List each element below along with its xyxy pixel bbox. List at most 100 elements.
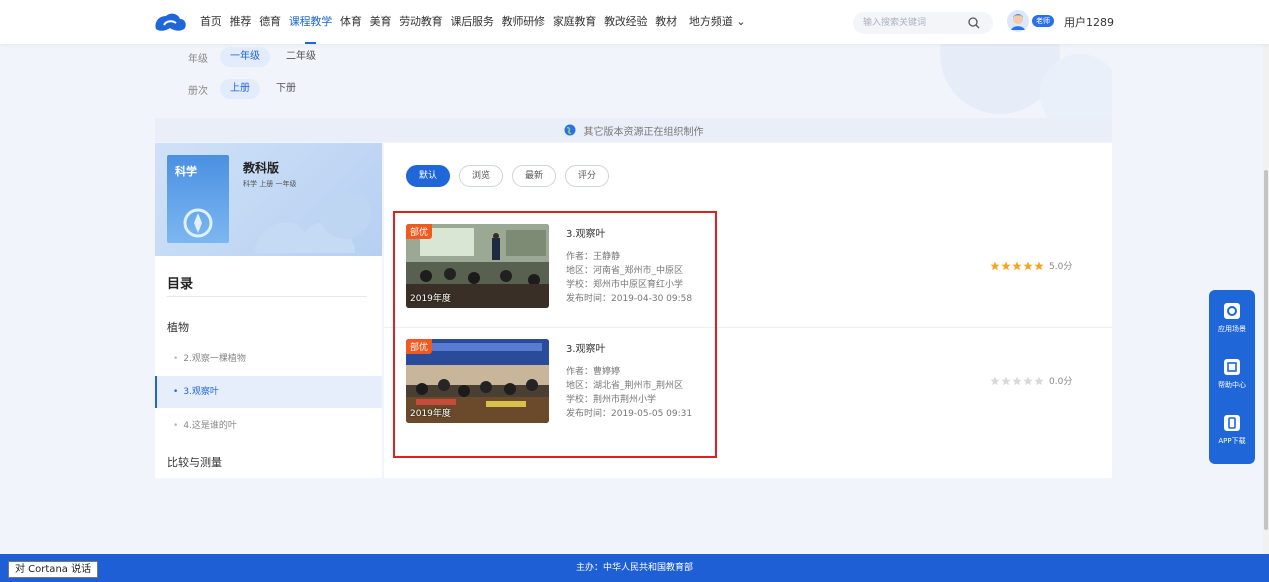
decorative-book-icon: [255, 193, 371, 253]
resource-region: 地区：湖北省_荆州市_荆州区: [566, 381, 684, 391]
footer-sponsor: 主办：中华人民共和国教育部: [575, 563, 693, 573]
grade-chip-first[interactable]: 一年级: [220, 47, 270, 67]
nav-item-sports[interactable]: 体育: [340, 0, 362, 44]
search-box: [853, 12, 993, 34]
volume-chip-first[interactable]: 上册: [220, 79, 260, 99]
resource-year: 2019年度: [410, 294, 451, 304]
nav-item-labor[interactable]: 劳动教育: [399, 0, 442, 44]
resource-item[interactable]: 部优 2019年度 3.观察叶 作者：曹婷婷 地区：湖北省_荆州市_荆州区 学校…: [384, 327, 1112, 441]
resource-date: 发布时间：2019-04-30 09:58: [566, 294, 693, 304]
float-app-download[interactable]: APP下载: [1209, 414, 1255, 446]
rating-score: 5.0分: [1049, 262, 1073, 272]
rating-stars: [990, 261, 1045, 271]
sort-tab-views[interactable]: 浏览: [459, 165, 504, 187]
nav-item-course-teaching[interactable]: 课程教学: [289, 0, 332, 44]
resource-thumbnail[interactable]: 部优 2019年度: [406, 224, 549, 308]
book-edition: 教科版: [243, 161, 280, 175]
search-input[interactable]: [863, 15, 959, 31]
resource-list-panel: 默认 浏览 最新 评分 部优 2019年度 3.观察叶 作者：王静静 地区：河南…: [384, 143, 1112, 478]
volume-filter-row: 册次 上册 下册: [188, 79, 312, 99]
nav-item-family[interactable]: 家庭教育: [553, 0, 596, 44]
rating-stars: [990, 376, 1045, 386]
resource-region: 地区：河南省_郑州市_中原区: [566, 266, 684, 276]
resource-badge: 部优: [406, 224, 433, 239]
nav-item-moral[interactable]: 德育: [259, 0, 281, 44]
book-cover[interactable]: 科学: [167, 155, 229, 243]
help-book-icon: [1224, 359, 1240, 375]
top-header: 首页 推荐 德育 课程教学 体育 美育 劳动教育 课后服务 教师研修 家庭教育 …: [0, 0, 1269, 44]
star-icon: [990, 376, 1000, 385]
nav-item-art[interactable]: 美育: [370, 0, 392, 44]
sort-tabs: 默认 浏览 最新 评分: [406, 165, 618, 187]
avatar[interactable]: [1007, 10, 1029, 32]
rating-score: 0.0分: [1049, 377, 1073, 387]
toc-lesson-observe-leaf[interactable]: 3.观察叶: [155, 376, 382, 408]
grade-chip-second[interactable]: 二年级: [276, 47, 326, 67]
resource-author: 作者：曹婷婷: [566, 367, 621, 377]
site-logo-icon[interactable]: [152, 11, 188, 33]
page-footer: 主办：中华人民共和国教育部: [0, 554, 1269, 582]
search-icon[interactable]: [967, 16, 981, 30]
nav-item-textbook[interactable]: 教材: [655, 0, 677, 44]
toc-title: 目录: [167, 277, 194, 292]
grade-label: 年级: [188, 53, 208, 65]
resource-title[interactable]: 3.观察叶: [566, 340, 606, 355]
book-subtitle: 科学 上册 一年级: [243, 180, 297, 188]
toc-lesson-whose-leaf[interactable]: 4.这是谁的叶: [155, 410, 382, 442]
star-icon: [1034, 261, 1044, 270]
grade-filter-row: 年级 一年级 二年级: [188, 47, 332, 67]
right-float-toolbar: 应用场景 帮助中心 APP下载: [1209, 290, 1255, 464]
sort-tab-rating[interactable]: 评分: [565, 165, 610, 187]
float-app-scenes-label: 应用场景: [1218, 325, 1246, 333]
compass-icon: [183, 208, 213, 238]
globe-icon: [564, 124, 575, 136]
toc-unit-plants[interactable]: 植物: [167, 319, 189, 335]
star-icon: [1001, 261, 1011, 270]
cortana-prompt[interactable]: 对 Cortana 说话: [8, 561, 99, 578]
notice-bar: 其它版本资源正在组织制作: [155, 118, 1112, 142]
book-card: 科学 教科版 科学 上册 一年级: [155, 143, 382, 256]
star-icon: [1023, 376, 1033, 385]
left-sidebar: 科学 教科版 科学 上册 一年级 目录 植物 2.观察一棵植物 3.观察叶 4.…: [155, 143, 382, 478]
star-icon: [1023, 261, 1033, 270]
notice-text: 其它版本资源正在组织制作: [583, 126, 704, 138]
float-help-center[interactable]: 帮助中心: [1209, 358, 1255, 390]
toc-unit-compare-measure[interactable]: 比较与测量: [167, 454, 222, 470]
user-name[interactable]: 用户1289: [1064, 14, 1114, 30]
resource-thumbnail[interactable]: 部优 2019年度: [406, 339, 549, 423]
volume-chip-second[interactable]: 下册: [266, 79, 306, 99]
decorative-background-icon: [940, 44, 1112, 118]
float-app-download-label: APP下载: [1218, 437, 1246, 445]
user-avatar-icon: [1007, 10, 1029, 32]
nav-item-teacher-training[interactable]: 教师研修: [502, 0, 545, 44]
star-icon: [990, 261, 1000, 270]
resource-item[interactable]: 部优 2019年度 3.观察叶 作者：王静静 地区：河南省_郑州市_中原区 学校…: [384, 213, 1112, 327]
star-icon: [1034, 376, 1044, 385]
app-scenes-icon: [1224, 303, 1240, 319]
volume-label: 册次: [188, 85, 208, 97]
nav-item-home[interactable]: 首页: [200, 0, 222, 44]
phone-icon: [1224, 415, 1240, 431]
resource-author: 作者：王静静: [566, 252, 621, 262]
star-icon: [1012, 376, 1022, 385]
star-icon: [1001, 376, 1011, 385]
sort-tab-newest[interactable]: 最新: [512, 165, 557, 187]
resource-school: 学校：郑州市中原区育红小学: [566, 280, 684, 290]
sort-tab-default[interactable]: 默认: [406, 165, 451, 187]
resource-rating: 5.0分: [990, 259, 1072, 272]
nav-item-recommend[interactable]: 推荐: [230, 0, 252, 44]
page-scrollbar-thumb[interactable]: [1264, 170, 1268, 530]
nav-item-reform[interactable]: 教改经验: [604, 0, 647, 44]
resource-badge: 部优: [406, 339, 433, 354]
resource-school: 学校：荆州市荆州小学: [566, 395, 657, 405]
role-badge: 老师: [1032, 15, 1054, 27]
toc-lesson-observe-plant[interactable]: 2.观察一棵植物: [155, 343, 382, 375]
nav-item-after-school[interactable]: 课后服务: [450, 0, 493, 44]
resource-rating: 0.0分: [990, 374, 1072, 387]
toc-divider: [167, 296, 367, 297]
float-app-scenes[interactable]: 应用场景: [1209, 302, 1255, 334]
resource-title[interactable]: 3.观察叶: [566, 225, 606, 240]
nav-local-channel-dropdown[interactable]: 地方频道 ⌄: [689, 0, 746, 44]
main-nav: 首页 推荐 德育 课程教学 体育 美育 劳动教育 课后服务 教师研修 家庭教育 …: [200, 0, 746, 44]
resource-date: 发布时间：2019-05-05 09:31: [566, 409, 693, 419]
